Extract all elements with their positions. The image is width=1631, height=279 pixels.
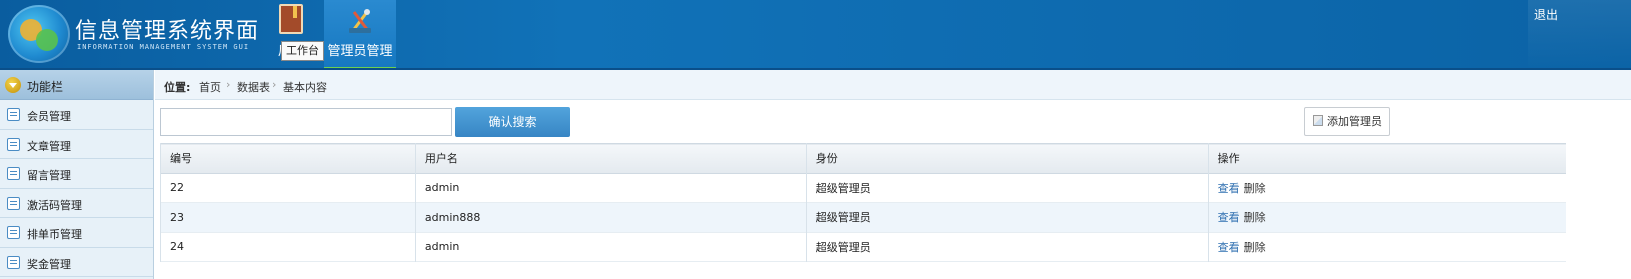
cell-role: 超级管理员 (805, 173, 1209, 203)
breadcrumb-current: 基本内容 (283, 81, 327, 94)
view-link[interactable]: 查看 (1218, 182, 1240, 195)
sidebar-item-label: 会员管理 (27, 110, 71, 123)
cell-role: 超级管理员 (805, 202, 1209, 232)
table-header-row: 编号 用户名 身份 操作 (160, 143, 1566, 173)
logout-link[interactable]: 退出 (1534, 6, 1558, 23)
logo-icon (8, 5, 70, 63)
list-icon (7, 108, 20, 121)
app-title: 信息管理系统界面 (75, 19, 260, 44)
sidebar-item-label: 激活码管理 (27, 198, 82, 212)
breadcrumb-home[interactable]: 首页 (199, 79, 221, 95)
column-header-username: 用户名 (414, 143, 807, 173)
breadcrumb-separator: › (226, 78, 231, 91)
right-gutter (1566, 143, 1631, 279)
cell-role: 超级管理员 (805, 232, 1209, 262)
breadcrumb-datatable[interactable]: 数据表 (237, 79, 270, 95)
view-link[interactable]: 查看 (1218, 241, 1240, 254)
breadcrumb-separator: › (272, 78, 277, 91)
delete-link[interactable]: 删除 (1244, 241, 1266, 254)
column-header-id: 编号 (160, 143, 416, 173)
cell-id: 22 (160, 173, 416, 203)
cell-username: admin888 (414, 202, 807, 232)
add-admin-button[interactable]: 添加管理员 (1304, 107, 1390, 136)
search-button[interactable]: 确认搜索 (455, 107, 570, 137)
sidebar-item-label: 奖金管理 (27, 257, 71, 271)
table-row: 24 admin 超级管理员 查看 删除 (160, 232, 1566, 262)
column-header-role: 身份 (805, 143, 1209, 173)
sidebar-item-bonus[interactable]: 奖金管理 (0, 248, 153, 277)
table-row: 22 admin 超级管理员 查看 删除 (160, 173, 1566, 203)
column-header-actions: 操作 (1207, 143, 1566, 173)
sidebar-item-members[interactable]: 会员管理 (0, 100, 153, 130)
sidebar: 功能栏 会员管理 文章管理 留言管理 激活码管理 排单币管理 奖金管理 (0, 70, 154, 279)
sidebar-item-articles[interactable]: 文章管理 (0, 130, 153, 159)
collapse-arrow-icon (5, 77, 21, 93)
cell-username: admin (414, 173, 807, 203)
sidebar-header[interactable]: 功能栏 (0, 70, 153, 100)
sidebar-item-messages[interactable]: 留言管理 (0, 159, 153, 189)
book-icon (279, 4, 303, 34)
delete-link[interactable]: 删除 (1244, 182, 1266, 195)
cell-actions: 查看 删除 (1207, 173, 1566, 203)
view-link[interactable]: 查看 (1218, 211, 1240, 224)
top-header: 信息管理系统界面 INFORMATION MANAGEMENT SYSTEM G… (0, 0, 1631, 70)
calendar-icon (7, 226, 20, 239)
breadcrumb-label: 位置: (164, 81, 191, 94)
nav-admin-management[interactable]: 管理员管理 (324, 0, 396, 70)
sidebar-item-label: 文章管理 (27, 139, 71, 153)
cell-id: 23 (160, 202, 416, 232)
cell-username: admin (414, 232, 807, 262)
search-input[interactable] (160, 108, 452, 136)
sidebar-item-activation-codes[interactable]: 激活码管理 (0, 189, 153, 218)
breadcrumb: 位置: 首页 › 数据表 › 基本内容 (155, 70, 1631, 100)
app-subtitle: INFORMATION MANAGEMENT SYSTEM GUI (77, 43, 250, 51)
cell-actions: 查看 删除 (1207, 202, 1566, 232)
table-row: 23 admin888 超级管理员 查看 删除 (160, 202, 1566, 232)
calendar-icon (7, 255, 20, 269)
cell-actions: 查看 删除 (1207, 232, 1566, 262)
sidebar-item-label: 留言管理 (27, 169, 71, 182)
delete-link[interactable]: 删除 (1244, 211, 1266, 224)
tools-icon (349, 9, 371, 33)
sidebar-title: 功能栏 (27, 80, 64, 94)
sidebar-item-order-coins[interactable]: 排单币管理 (0, 218, 153, 248)
admin-table: 编号 用户名 身份 操作 22 admin 超级管理员 查看 删除 23 admi… (160, 143, 1566, 262)
broken-image-icon (1313, 115, 1323, 126)
nav-tooltip: 工作台 (281, 41, 324, 61)
add-admin-label: 添加管理员 (1327, 115, 1382, 128)
sidebar-item-label: 排单币管理 (27, 228, 82, 241)
edit-icon (7, 137, 20, 151)
calendar-icon (7, 196, 20, 210)
nav-admin-label: 管理员管理 (327, 44, 393, 59)
edit-icon (7, 167, 20, 180)
cell-id: 24 (160, 232, 416, 262)
